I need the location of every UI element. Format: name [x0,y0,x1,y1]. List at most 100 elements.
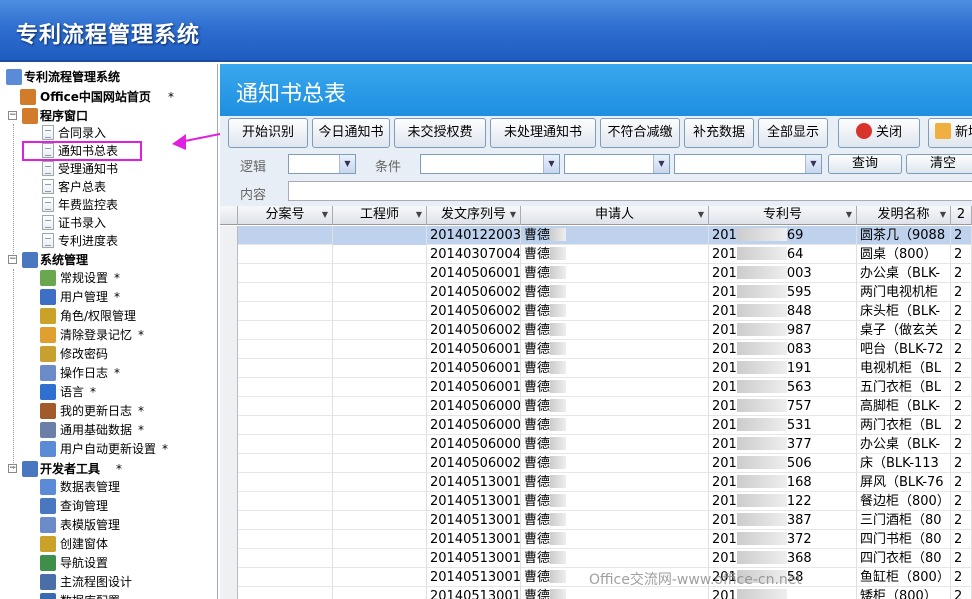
col-next[interactable]: 2 [951,206,972,225]
expander-icon[interactable]: − [8,255,17,264]
sidebar-item-system[interactable]: 通用基础数据 * [40,421,217,439]
value-select[interactable]: ▼ [674,154,822,174]
table-row[interactable]: 20140506001 曹德 201 563 五门衣柜（BL 2 [220,378,972,397]
unpaid-fee-button[interactable]: 未交授权费 [394,118,486,148]
tree-section-dev[interactable]: − 开发者工具 * [8,460,217,478]
row-header[interactable] [220,511,238,530]
sidebar-item-system[interactable]: 用户自动更新设置 * [40,440,217,458]
row-header[interactable] [220,283,238,302]
row-header[interactable] [220,492,238,511]
cell-applicant: 曹德 [521,397,709,416]
sidebar-item-system[interactable]: 语言 * [40,383,217,401]
table-row[interactable]: 20140513001 曹德 201 368 四门衣柜（80 2 [220,549,972,568]
sidebar-item-system[interactable]: 清除登录记忆 * [40,326,217,344]
col-applicant[interactable]: 申请人 ▼ [521,206,709,225]
content-input[interactable] [288,181,972,201]
row-header[interactable] [220,226,238,245]
row-header[interactable] [220,359,238,378]
show-all-button[interactable]: 全部显示 [758,118,828,148]
table-row[interactable]: 20140506001 曹德 201 083 吧台（BLK-72 2 [220,340,972,359]
sidebar-item-dev[interactable]: 数据表管理 [40,478,217,496]
row-header[interactable] [220,530,238,549]
start-recognize-button[interactable]: 开始识别 [228,118,308,148]
sidebar-item-system[interactable]: 常规设置 * [40,269,217,287]
data-grid[interactable]: 分案号 ▼ 工程师 ▼ 发文序列号 ▼ 申请人 ▼ 专利号 ▼ 发明名称 ▼ 2 20140… [220,206,972,599]
sidebar-item-dev[interactable]: 表模版管理 [40,516,217,534]
cell-applicant: 曹德 [521,492,709,511]
table-row[interactable]: 20140307004 曹德 201 64 圆桌（800） 2 [220,245,972,264]
field-select[interactable]: ▼ [420,154,560,174]
non-compliant-button[interactable]: 不符合减缴 [600,118,680,148]
supplement-data-button[interactable]: 补充数据 [684,118,754,148]
row-header[interactable] [220,587,238,599]
tree-root[interactable]: 专利流程管理系统 [6,68,217,86]
clear-button[interactable]: 清空 [906,154,972,174]
col-serial[interactable]: 发文序列号 ▼ [427,206,521,225]
sidebar-item-program[interactable]: 受理通知书 [40,160,217,178]
table-row[interactable]: 20140506002 曹德 201 987 桌子（做玄关 2 [220,321,972,340]
sidebar-item-dev[interactable]: 创建窗体 [40,535,217,553]
sidebar-item-program[interactable]: 年费监控表 [40,196,217,214]
cell-applicant: 曹德 [521,435,709,454]
tree-section-programs[interactable]: − 程序窗口 [8,107,217,125]
cell-division-no [238,435,333,454]
table-row[interactable]: 20140122003 曹德 201 69 圆茶几（9088 2 [220,226,972,245]
sidebar-item-system[interactable]: 用户管理 * [40,288,217,306]
row-header[interactable] [220,416,238,435]
table-row[interactable]: 20140506002 曹德 201 506 床（BLK-113 2 [220,454,972,473]
row-header[interactable] [220,245,238,264]
sidebar-item-program[interactable]: 专利进度表 [40,232,217,250]
table-row[interactable]: 20140506002 曹德 201 848 床头柜（BLK- 2 [220,302,972,321]
sidebar-item-system[interactable]: 角色/权限管理 [40,307,217,325]
sidebar-item-dev[interactable]: 导航设置 [40,554,217,572]
cell-patent-no: 201 64 [709,245,857,264]
unprocessed-notice-button[interactable]: 未处理通知书 [490,118,596,148]
sidebar-item-system[interactable]: 我的更新日志 * [40,402,217,420]
sidebar-item-dev[interactable]: 查询管理 [40,497,217,515]
sidebar-item-program[interactable]: 客户总表 [40,178,217,196]
table-row[interactable]: 20140506000 曹德 201 757 高脚柜（BLK- 2 [220,397,972,416]
operator-select[interactable]: ▼ [564,154,670,174]
table-row[interactable]: 20140513001 曹德 201 372 四门书柜（80 2 [220,530,972,549]
row-header[interactable] [220,264,238,283]
row-header[interactable] [220,321,238,340]
expander-icon[interactable]: − [8,111,17,120]
table-row[interactable]: 20140513001 曹德 201 122 餐边柜（800） 2 [220,492,972,511]
row-header[interactable] [220,397,238,416]
add-button[interactable]: 新增 [928,118,972,148]
cell-serial: 20140506001 [427,378,521,397]
col-engineer[interactable]: 工程师 ▼ [333,206,427,225]
sidebar-item-system[interactable]: 操作日志 * [40,364,217,382]
today-notice-button[interactable]: 今日通知书 [312,118,390,148]
table-row[interactable]: 20140506002 曹德 201 595 两门电视机柜 2 [220,283,972,302]
tool-icon [40,517,56,533]
table-row[interactable]: 20140506000 曹德 201 377 办公桌（BLK- 2 [220,435,972,454]
sidebar-item-program[interactable]: 合同录入 [40,124,217,142]
table-row[interactable]: 20140506001 曹德 201 191 电视机柜（BL 2 [220,359,972,378]
row-header[interactable] [220,473,238,492]
col-patent-no[interactable]: 专利号 ▼ [709,206,857,225]
query-button[interactable]: 查询 [828,154,902,174]
cell-engineer [333,378,427,397]
logic-select[interactable]: ▼ [288,154,356,174]
table-row[interactable]: 20140506000 曹德 201 531 两门衣柜（BL 2 [220,416,972,435]
row-header[interactable] [220,568,238,587]
sidebar-item-dev[interactable]: 数据库配置 [40,592,217,599]
row-header[interactable] [220,378,238,397]
row-header[interactable] [220,454,238,473]
table-row[interactable]: 20140513001 曹德 201 387 三门酒柜（80 2 [220,511,972,530]
row-header[interactable] [220,302,238,321]
col-invention-name[interactable]: 发明名称 ▼ [857,206,951,225]
row-header[interactable] [220,340,238,359]
row-header[interactable] [220,435,238,454]
col-division-no[interactable]: 分案号 ▼ [238,206,333,225]
table-row[interactable]: 20140506001 曹德 201 003 办公桌（BLK- 2 [220,264,972,283]
sidebar-item-system[interactable]: 修改密码 [40,345,217,363]
sidebar-item-program[interactable]: 证书录入 [40,214,217,232]
row-header[interactable] [220,549,238,568]
tree-section-system[interactable]: − 系统管理 [8,251,217,269]
table-row[interactable]: 20140513001 曹德 201 168 屏风（BLK-76 2 [220,473,972,492]
tree-home[interactable]: Office中国网站首页 * [20,88,217,106]
sidebar-item-dev[interactable]: 主流程图设计 [40,573,217,591]
close-button[interactable]: 关闭 [838,118,920,148]
